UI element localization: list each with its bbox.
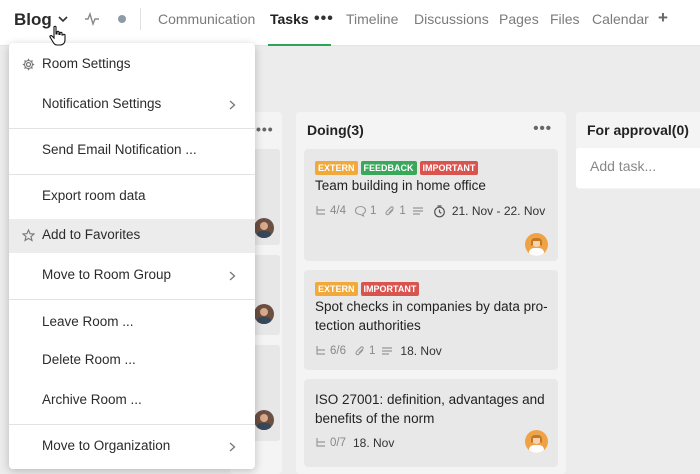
subtask-count: 0/7 — [330, 437, 346, 449]
menu-item-move-to-room-group[interactable]: Move to Room Group — [9, 259, 255, 293]
tab-discussions[interactable]: Discussions — [414, 11, 489, 27]
subtask-icon — [316, 346, 325, 355]
menu-item-label: Send Email Notification ... — [42, 142, 197, 157]
divider — [140, 8, 141, 30]
star-icon — [22, 229, 35, 242]
task-card[interactable]: EXTERN IMPORTANT Spot checks in companie… — [304, 270, 558, 370]
due-date: 18. Nov — [400, 344, 442, 358]
column-menu-icon[interactable]: ••• — [256, 121, 274, 137]
menu-item-label: Delete Room ... — [42, 352, 136, 367]
menu-item-label: Move to Room Group — [42, 267, 172, 282]
menu-item-export-room-data[interactable]: Export room data — [9, 180, 255, 214]
tab-communication[interactable]: Communication — [158, 11, 255, 27]
chevron-right-icon — [229, 100, 236, 110]
activity-icon[interactable] — [84, 12, 100, 26]
tag-list: EXTERN IMPORTANT — [315, 282, 420, 296]
menu-item-label: Archive Room ... — [42, 392, 142, 407]
room-title[interactable]: Blog — [14, 10, 52, 30]
avatar — [525, 430, 548, 453]
menu-item-move-to-organization[interactable]: Move to Organization — [9, 430, 255, 464]
board-column-doing: Doing(3) ••• EXTERN FEEDBACK IMPORTANT T… — [296, 112, 566, 474]
task-meta: 4/4 1 1 21. Nov - 22. Nov — [315, 204, 545, 218]
subtask-icon — [316, 438, 325, 447]
tag-extern: EXTERN — [315, 282, 358, 296]
hand-cursor-icon — [49, 25, 66, 46]
chevron-right-icon — [229, 271, 236, 281]
comment-count: 1 — [370, 205, 377, 217]
menu-item-leave-room[interactable]: Leave Room ... — [9, 306, 255, 340]
subtask-count: 6/6 — [330, 345, 346, 357]
add-tab-button[interactable]: + — [658, 8, 668, 28]
task-title: Spot checks in companies by data pro-tec… — [315, 299, 548, 333]
tag-list: EXTERN FEEDBACK IMPORTANT — [315, 161, 479, 175]
avatar — [254, 218, 274, 238]
task-card[interactable]: EXTERN FEEDBACK IMPORTANT Team building … — [304, 149, 558, 261]
tag-extern: EXTERN — [315, 161, 358, 175]
tab-pages[interactable]: Pages — [499, 11, 539, 27]
tab-files[interactable]: Files — [550, 11, 580, 27]
task-title: Team building in home office — [315, 178, 486, 193]
subtask-icon — [316, 206, 325, 215]
task-meta: 6/6 1 18. Nov — [315, 344, 442, 358]
menu-item-room-settings[interactable]: Room Settings — [9, 48, 255, 82]
subtask-count: 4/4 — [330, 205, 346, 217]
add-task-placeholder: Add task... — [590, 158, 657, 174]
add-task-input[interactable]: Add task... — [576, 148, 700, 188]
attachment-icon — [355, 346, 364, 356]
tag-important: IMPORTANT — [419, 161, 479, 175]
tag-feedback: FEEDBACK — [360, 161, 417, 175]
menu-divider — [9, 299, 255, 300]
menu-item-delete-room[interactable]: Delete Room ... — [9, 344, 255, 378]
due-date: 21. Nov - 22. Nov — [451, 204, 546, 218]
menu-item-label: Notification Settings — [42, 96, 162, 111]
room-menu: Room Settings Notification Settings Send… — [9, 43, 255, 469]
comment-icon — [354, 205, 367, 217]
avatar — [254, 410, 274, 430]
menu-divider — [9, 128, 255, 129]
menu-divider — [9, 174, 255, 175]
menu-item-send-email[interactable]: Send Email Notification ... — [9, 134, 255, 168]
room-header: Blog Communication Tasks ••• Timeline Di… — [0, 0, 700, 46]
attachment-count: 1 — [399, 205, 406, 217]
menu-item-label: Export room data — [42, 188, 146, 203]
tag-important: IMPORTANT — [360, 282, 420, 296]
chevron-down-icon[interactable] — [56, 12, 70, 26]
avatar — [525, 233, 548, 256]
menu-divider — [9, 424, 255, 425]
attachment-icon — [385, 206, 395, 216]
tab-timeline[interactable]: Timeline — [346, 11, 398, 27]
description-icon — [382, 347, 393, 355]
chevron-right-icon — [229, 442, 236, 452]
menu-item-add-to-favorites[interactable]: Add to Favorites — [9, 219, 255, 253]
clock-icon — [433, 204, 445, 217]
menu-item-label: Leave Room ... — [42, 314, 134, 329]
task-card[interactable]: ISO 27001: definition, advantages and be… — [304, 379, 558, 467]
column-menu-icon[interactable]: ••• — [533, 120, 552, 137]
attachment-count: 1 — [369, 345, 376, 357]
menu-item-label: Add to Favorites — [42, 227, 141, 242]
column-title: For approval(0) — [587, 122, 689, 138]
menu-item-label: Room Settings — [42, 56, 131, 71]
active-tab-underline — [268, 44, 331, 46]
board-column-approval: For approval(0) Add task... — [576, 112, 700, 189]
task-meta: 0/7 18. Nov — [315, 436, 394, 450]
tab-calendar[interactable]: Calendar — [592, 11, 649, 27]
column-title: Doing(3) — [307, 122, 364, 138]
task-title: ISO 27001: definition, advantages and be… — [315, 392, 545, 426]
menu-item-archive-room[interactable]: Archive Room ... — [9, 384, 255, 418]
tab-tasks[interactable]: Tasks — [270, 11, 309, 27]
tab-more-icon[interactable]: ••• — [314, 10, 334, 28]
avatar — [254, 304, 274, 324]
status-indicator — [118, 15, 126, 23]
menu-item-notification-settings[interactable]: Notification Settings — [9, 88, 255, 122]
description-icon — [412, 207, 423, 215]
due-date: 18. Nov — [353, 436, 395, 450]
menu-item-label: Move to Organization — [42, 438, 171, 453]
gear-icon — [22, 58, 35, 71]
